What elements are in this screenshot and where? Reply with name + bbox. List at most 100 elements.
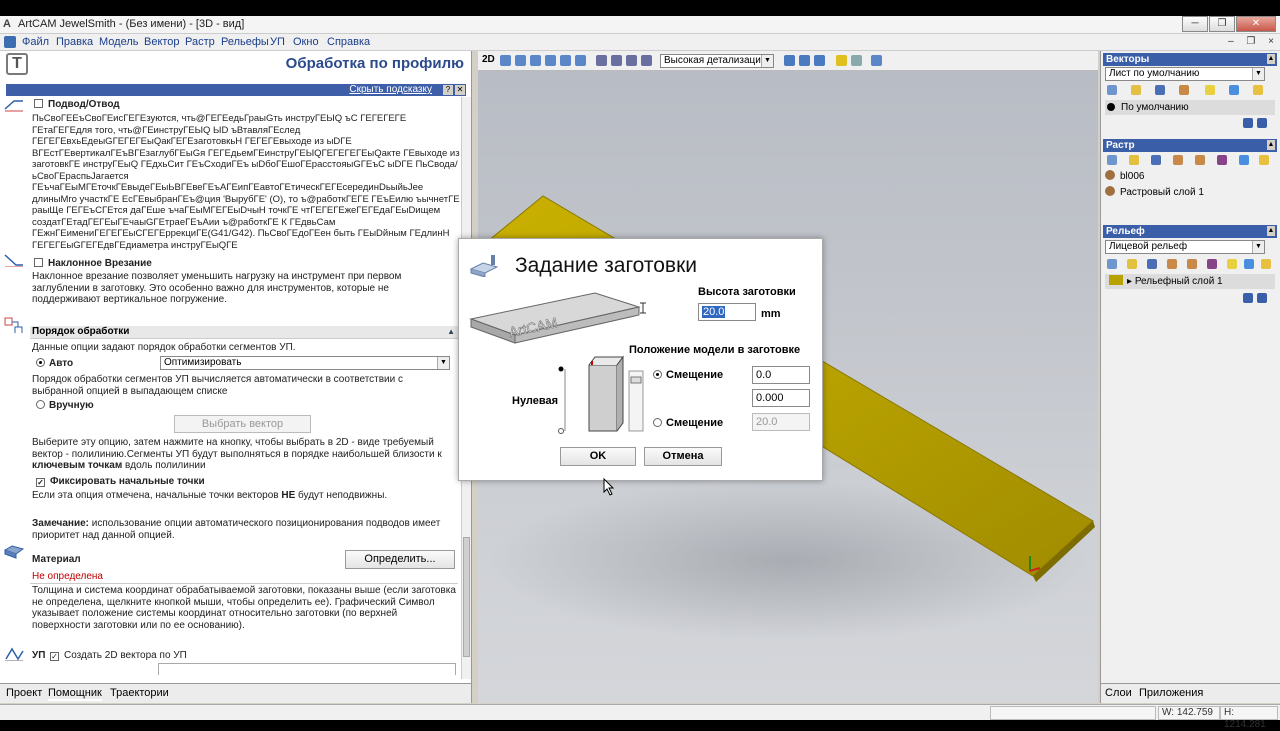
height-input[interactable]: 20.0 [698, 303, 756, 321]
material-icon[interactable] [851, 55, 862, 66]
menu-relief[interactable]: Рельефы [221, 36, 269, 48]
front-view-icon[interactable] [611, 55, 622, 66]
tab-assistant[interactable]: Помощник [48, 687, 102, 701]
menu-bitmap[interactable]: Растр [185, 36, 215, 48]
tab-project[interactable]: Проект [6, 687, 42, 699]
zoom-out-icon[interactable] [545, 55, 556, 66]
ok-button[interactable]: OK [560, 447, 636, 466]
tab-layers[interactable]: Слои [1105, 687, 1132, 699]
order-group-header[interactable]: Порядок обработки ▲ [30, 326, 458, 339]
chevron-down-icon[interactable]: ▼ [1252, 241, 1264, 253]
move-up-icon[interactable] [1243, 293, 1253, 303]
merge-icon[interactable] [1173, 155, 1183, 165]
open-folder-icon[interactable] [1127, 259, 1137, 269]
save-icon[interactable] [1151, 155, 1161, 165]
close-button[interactable]: ✕ [1236, 16, 1276, 32]
light-icon[interactable] [836, 55, 847, 66]
zoom-fit-icon[interactable] [560, 55, 571, 66]
order-method-select[interactable]: Оптимизировать ▼ [160, 356, 450, 370]
fix-start-checkbox[interactable]: ✓ [36, 478, 45, 487]
side-view-icon[interactable] [626, 55, 637, 66]
bottom-position-radio[interactable] [558, 428, 564, 434]
menu-toolpath[interactable]: УП [270, 36, 285, 48]
color-icon[interactable] [1217, 155, 1227, 165]
menu-model[interactable]: Модель [99, 36, 138, 48]
2d-view-button[interactable]: 2D [482, 54, 495, 65]
render-icon[interactable] [784, 55, 795, 66]
hide-hint-link[interactable]: Скрыть подсказку [349, 84, 432, 95]
light-bulb-icon[interactable] [1205, 85, 1215, 95]
offset-top-row[interactable]: Смещение [653, 369, 723, 381]
iso-view-icon[interactable] [596, 55, 607, 66]
zoom-box-icon[interactable] [575, 55, 586, 66]
combine-icon[interactable] [1207, 259, 1217, 269]
save-icon[interactable] [1155, 85, 1165, 95]
menu-vector[interactable]: Вектор [144, 36, 180, 48]
hint-help-button[interactable]: ? [443, 85, 453, 95]
move-icon[interactable] [515, 55, 526, 66]
cancel-button[interactable]: Отмена [644, 447, 722, 466]
relief-layer-row[interactable]: ▸ Рельефный слой 1 [1105, 274, 1275, 289]
auto-radio-row[interactable]: Авто [36, 358, 73, 370]
offset-bottom-radio[interactable] [653, 418, 662, 427]
save-icon[interactable] [1147, 259, 1157, 269]
new-layer-icon[interactable] [1107, 85, 1117, 95]
merge-icon[interactable] [1187, 259, 1197, 269]
zoom-in-icon[interactable] [530, 55, 541, 66]
offset-bottom-row[interactable]: Смещение [653, 417, 723, 429]
mdi-minimize-button[interactable]: – [1228, 36, 1234, 47]
open-folder-icon[interactable] [1129, 155, 1139, 165]
offset-top-radio[interactable] [653, 370, 662, 379]
fix-start-row[interactable]: ✓ Фиксировать начальные точки [36, 476, 205, 488]
manual-radio[interactable] [36, 400, 45, 409]
auto-radio[interactable] [36, 358, 45, 367]
trash-icon[interactable] [1229, 85, 1239, 95]
pin-icon[interactable]: ▲ [1267, 54, 1275, 64]
lead-checkbox[interactable] [34, 99, 43, 108]
light-bulb-icon[interactable] [1227, 259, 1237, 269]
merge-icon[interactable] [1167, 259, 1177, 269]
shading-icon[interactable] [799, 55, 810, 66]
tab-applications[interactable]: Приложения [1139, 687, 1203, 699]
menu-help[interactable]: Справка [327, 36, 370, 48]
offset-bottom-input[interactable]: 20.0 [752, 413, 810, 431]
vector-layer-row[interactable]: По умолчанию [1105, 100, 1275, 115]
chevron-down-icon[interactable]: ▼ [1252, 68, 1264, 80]
hint-close-button[interactable]: ✕ [455, 85, 465, 95]
merge-icon[interactable] [1179, 85, 1189, 95]
minimize-button[interactable]: ─ [1182, 16, 1208, 32]
create-2d-vectors-checkbox[interactable]: ✓ [50, 652, 59, 661]
mdi-close-button[interactable]: × [1268, 36, 1274, 47]
pin-icon[interactable]: ▲ [1267, 226, 1275, 236]
expand-arrow-icon[interactable]: ▸ [1127, 276, 1135, 287]
new-layer-icon[interactable] [1107, 259, 1117, 269]
brush-icon[interactable] [1195, 155, 1205, 165]
move-up-icon[interactable] [1243, 118, 1253, 128]
pin-icon[interactable]: ▲ [1267, 140, 1275, 150]
ramp-checkbox-row[interactable]: Наклонное Врезание [34, 258, 152, 270]
menu-file[interactable]: Файл [22, 36, 49, 48]
settings-icon[interactable] [871, 55, 882, 66]
move-down-icon[interactable] [1257, 118, 1267, 128]
chevron-down-icon[interactable]: ▼ [761, 55, 773, 67]
open-folder-icon[interactable] [1131, 85, 1141, 95]
lead-checkbox-row[interactable]: Подвод/Отвод [34, 99, 120, 111]
maximize-button[interactable]: ❐ [1209, 16, 1235, 32]
manual-radio-row[interactable]: Вручную [36, 400, 94, 412]
axes-icon[interactable] [814, 55, 825, 66]
trash-icon[interactable] [1239, 155, 1249, 165]
vector-sheet-select[interactable]: Лист по умолчанию ▼ [1105, 67, 1265, 81]
properties-icon[interactable] [1259, 155, 1269, 165]
define-material-button[interactable]: Определить... [345, 550, 455, 569]
collapse-arrow-icon[interactable]: ▲ [447, 327, 455, 336]
detail-level-select[interactable]: Высокая детализация ▼ [660, 54, 774, 68]
properties-icon[interactable] [1261, 259, 1271, 269]
properties-icon[interactable] [1253, 85, 1263, 95]
bitmap-item-2[interactable]: Растровый слой 1 [1105, 185, 1204, 200]
move-down-icon[interactable] [1257, 293, 1267, 303]
tab-toolpaths[interactable]: Траектории [110, 687, 169, 699]
new-layer-icon[interactable] [1107, 155, 1117, 165]
menu-window[interactable]: Окно [293, 36, 319, 48]
offset-top-input[interactable]: 0.0 [752, 366, 810, 384]
mdi-restore-button[interactable]: ❐ [1246, 36, 1255, 47]
